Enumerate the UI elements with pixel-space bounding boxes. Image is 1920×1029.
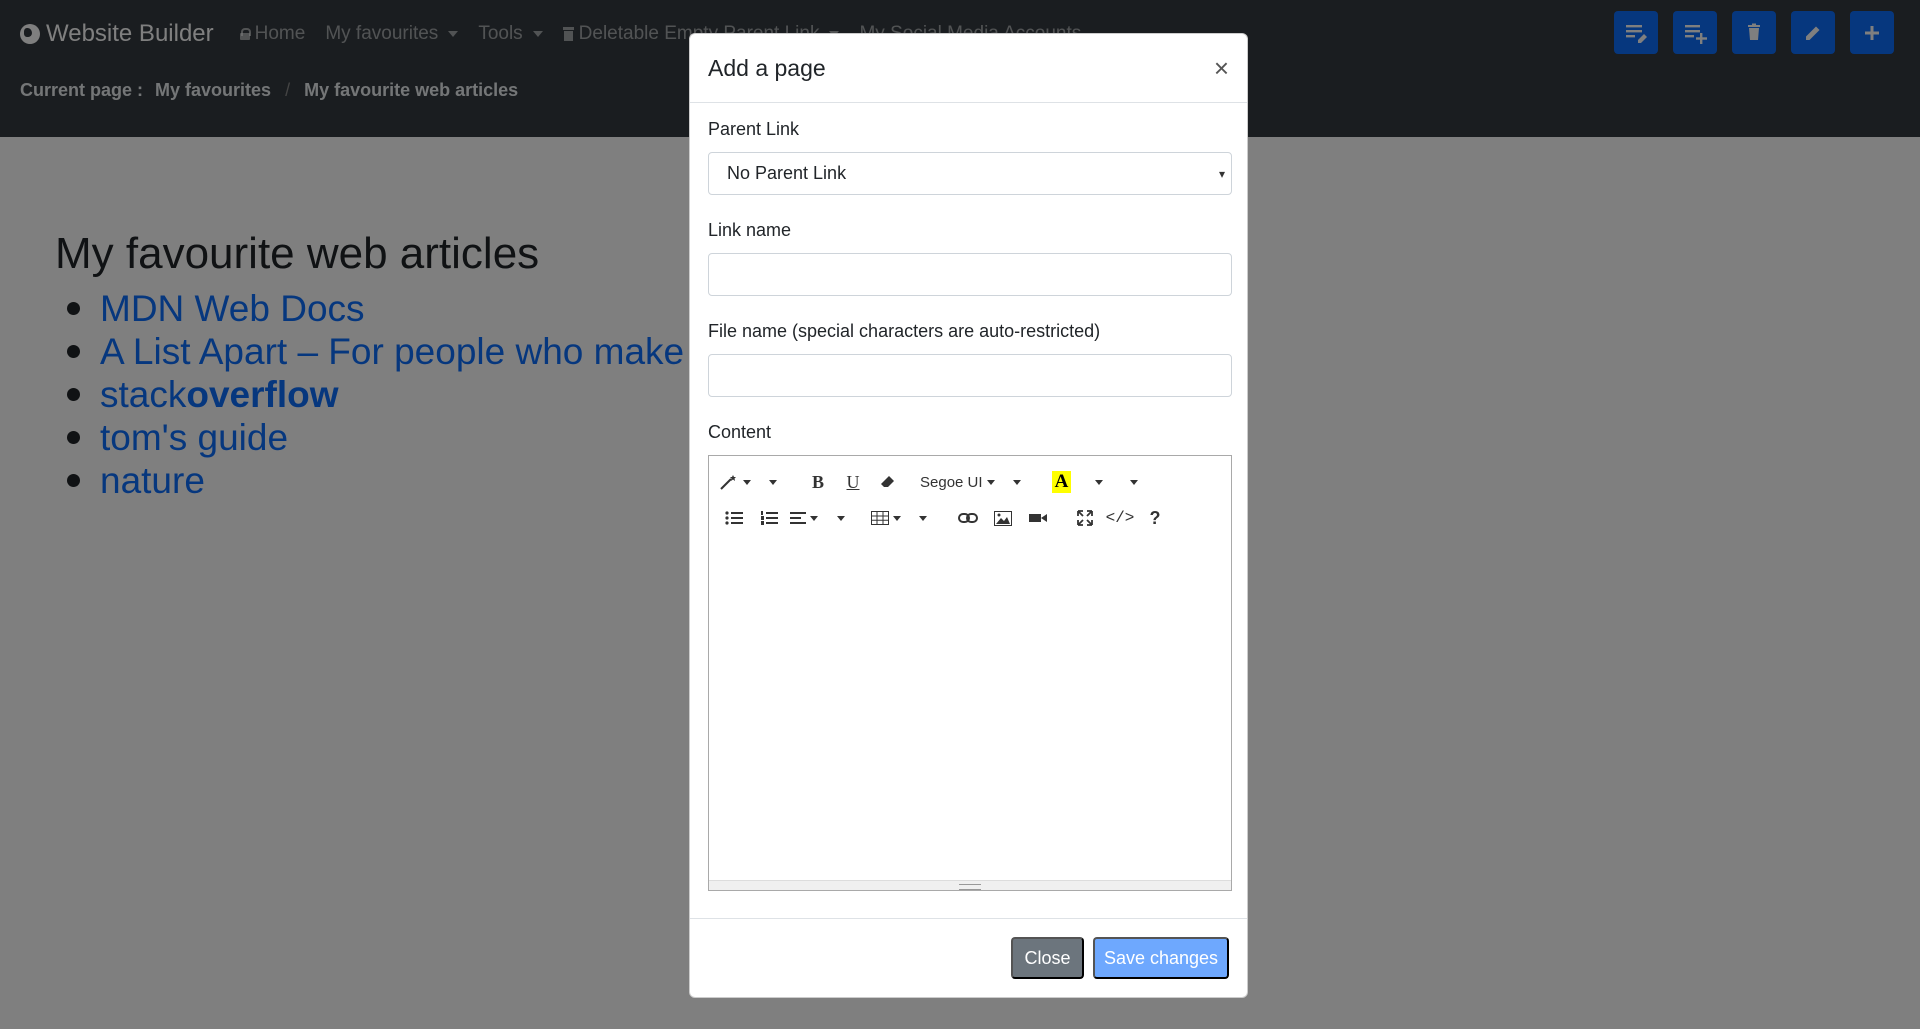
parent-link-select[interactable]: No Parent Link ▾ [708,152,1232,195]
modal-body: Parent Link No Parent Link ▾ Link name F… [690,103,1247,907]
text-color-icon: A [1051,471,1072,493]
highlight-color-button[interactable]: A [1047,467,1077,497]
caret-down-icon [810,515,818,521]
unordered-list-button[interactable] [719,503,749,533]
video-button[interactable] [1023,503,1053,533]
parent-link-selected: No Parent Link [727,163,847,183]
link-button[interactable] [953,503,983,533]
modal-header: Add a page × [690,34,1247,103]
clear-format-button[interactable] [873,467,903,497]
close-button[interactable]: Close [1011,937,1084,979]
add-page-modal: Add a page × Parent Link No Parent Link … [689,33,1248,998]
numbered-list-icon [761,511,778,525]
caret-down-icon [919,515,927,521]
underline-button[interactable]: U [838,467,868,497]
video-icon [1029,514,1047,522]
help-button[interactable]: ? [1140,503,1170,533]
underline-icon: U [846,471,860,492]
code-icon: </> [1105,509,1135,527]
link-name-input[interactable] [708,253,1232,296]
editor-toolbar-row: B U Segoe UI A [719,464,1221,500]
rich-text-editor: B U Segoe UI A </> ? [708,455,1232,891]
more-style-button[interactable] [756,467,786,497]
caret-down-icon [769,479,777,485]
align-left-icon [790,512,806,524]
caret-down-icon [1094,479,1103,485]
dropdown-arrow-icon: ▾ [1218,166,1225,181]
eraser-icon [881,476,894,487]
magic-wand-icon [720,475,736,490]
link-icon [958,513,978,523]
caret-down-icon [986,479,995,485]
ordered-list-button[interactable] [754,503,784,533]
content-label: Content [708,422,772,442]
editor-toolbar: B U Segoe UI A </> ? [709,456,1231,544]
image-button[interactable] [988,503,1018,533]
code-view-button[interactable]: </> [1105,503,1135,533]
bold-button[interactable]: B [803,467,833,497]
modal-footer: Close Save changes [690,918,1247,997]
file-name-label: File name (special characters are auto-r… [708,321,1101,341]
image-icon [994,510,1012,526]
align-button[interactable] [789,503,819,533]
parent-link-label: Parent Link [708,119,800,139]
caret-down-icon [1129,479,1138,485]
help-icon: ? [1149,507,1161,528]
caret-down-icon [837,515,845,521]
table-options-button[interactable] [906,503,936,533]
editor-content-area[interactable] [709,546,1231,880]
fullscreen-icon [1077,510,1093,526]
bold-icon: B [811,471,824,492]
editor-resize-handle[interactable] [709,880,1231,890]
file-name-input[interactable] [708,354,1232,397]
paragraph-options-button[interactable] [824,503,854,533]
color-options-button[interactable] [1117,467,1147,497]
save-changes-button[interactable]: Save changes [1093,937,1229,979]
editor-toolbar-row: </> ? [719,500,1221,536]
style-button[interactable] [719,467,751,497]
font-options-button[interactable] [1000,467,1030,497]
modal-title: Add a page [708,54,826,81]
close-icon[interactable]: × [1214,55,1229,81]
color-picker-button[interactable] [1082,467,1112,497]
fullscreen-button[interactable] [1070,503,1100,533]
caret-down-icon [743,479,751,485]
table-button[interactable] [871,503,901,533]
caret-down-icon [893,515,901,521]
font-family-label: Segoe UI [920,473,983,491]
link-name-label: Link name [708,220,792,240]
font-family-select[interactable]: Segoe UI [920,467,995,497]
bullet-list-icon [725,511,743,525]
table-icon [871,511,889,525]
caret-down-icon [1012,479,1021,485]
